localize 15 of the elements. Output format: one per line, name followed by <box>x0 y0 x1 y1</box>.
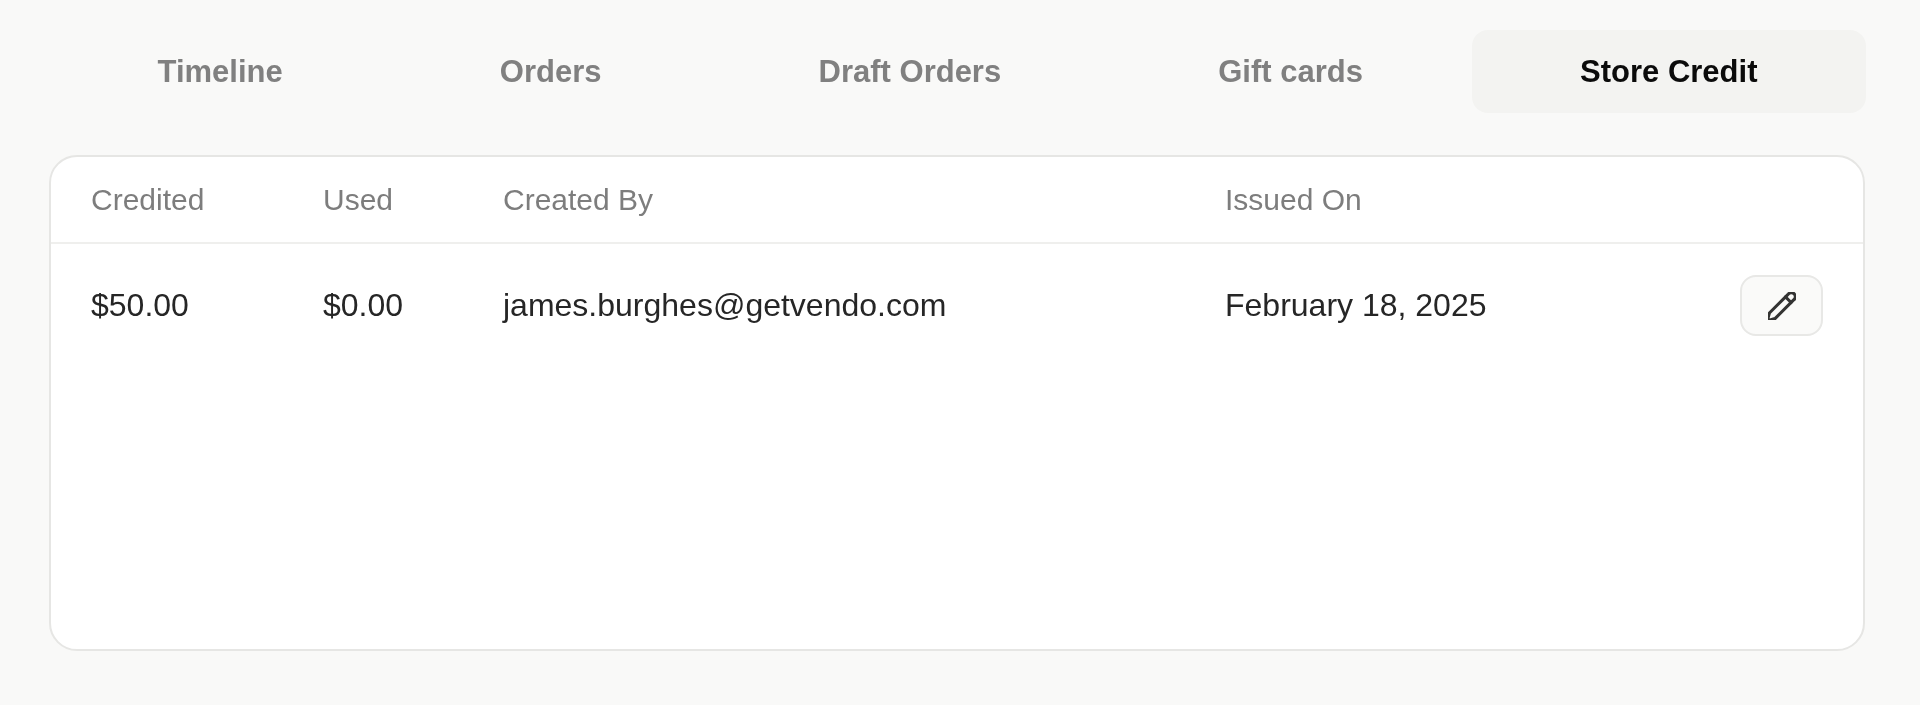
table-cell: james.burghes@getvendo.com <box>503 287 947 324</box>
tab[interactable]: Timeline <box>49 30 392 113</box>
column-header: Created By <box>503 182 654 217</box>
column-header: Issued On <box>1225 182 1362 217</box>
table-cell: $0.00 <box>323 287 404 324</box>
column-header: Credited <box>91 182 205 217</box>
table-cell: February 18, 2025 <box>1225 287 1487 324</box>
edit-button[interactable] <box>1740 275 1823 336</box>
tab[interactable]: Store Credit <box>1471 30 1866 113</box>
column-header: Used <box>323 182 394 217</box>
table-cell: $50.00 <box>91 287 189 324</box>
tab[interactable]: Orders <box>391 30 711 113</box>
tab[interactable]: Gift cards <box>1109 30 1472 113</box>
pencil-icon <box>1767 291 1796 320</box>
tab[interactable]: Draft Orders <box>710 30 1110 113</box>
